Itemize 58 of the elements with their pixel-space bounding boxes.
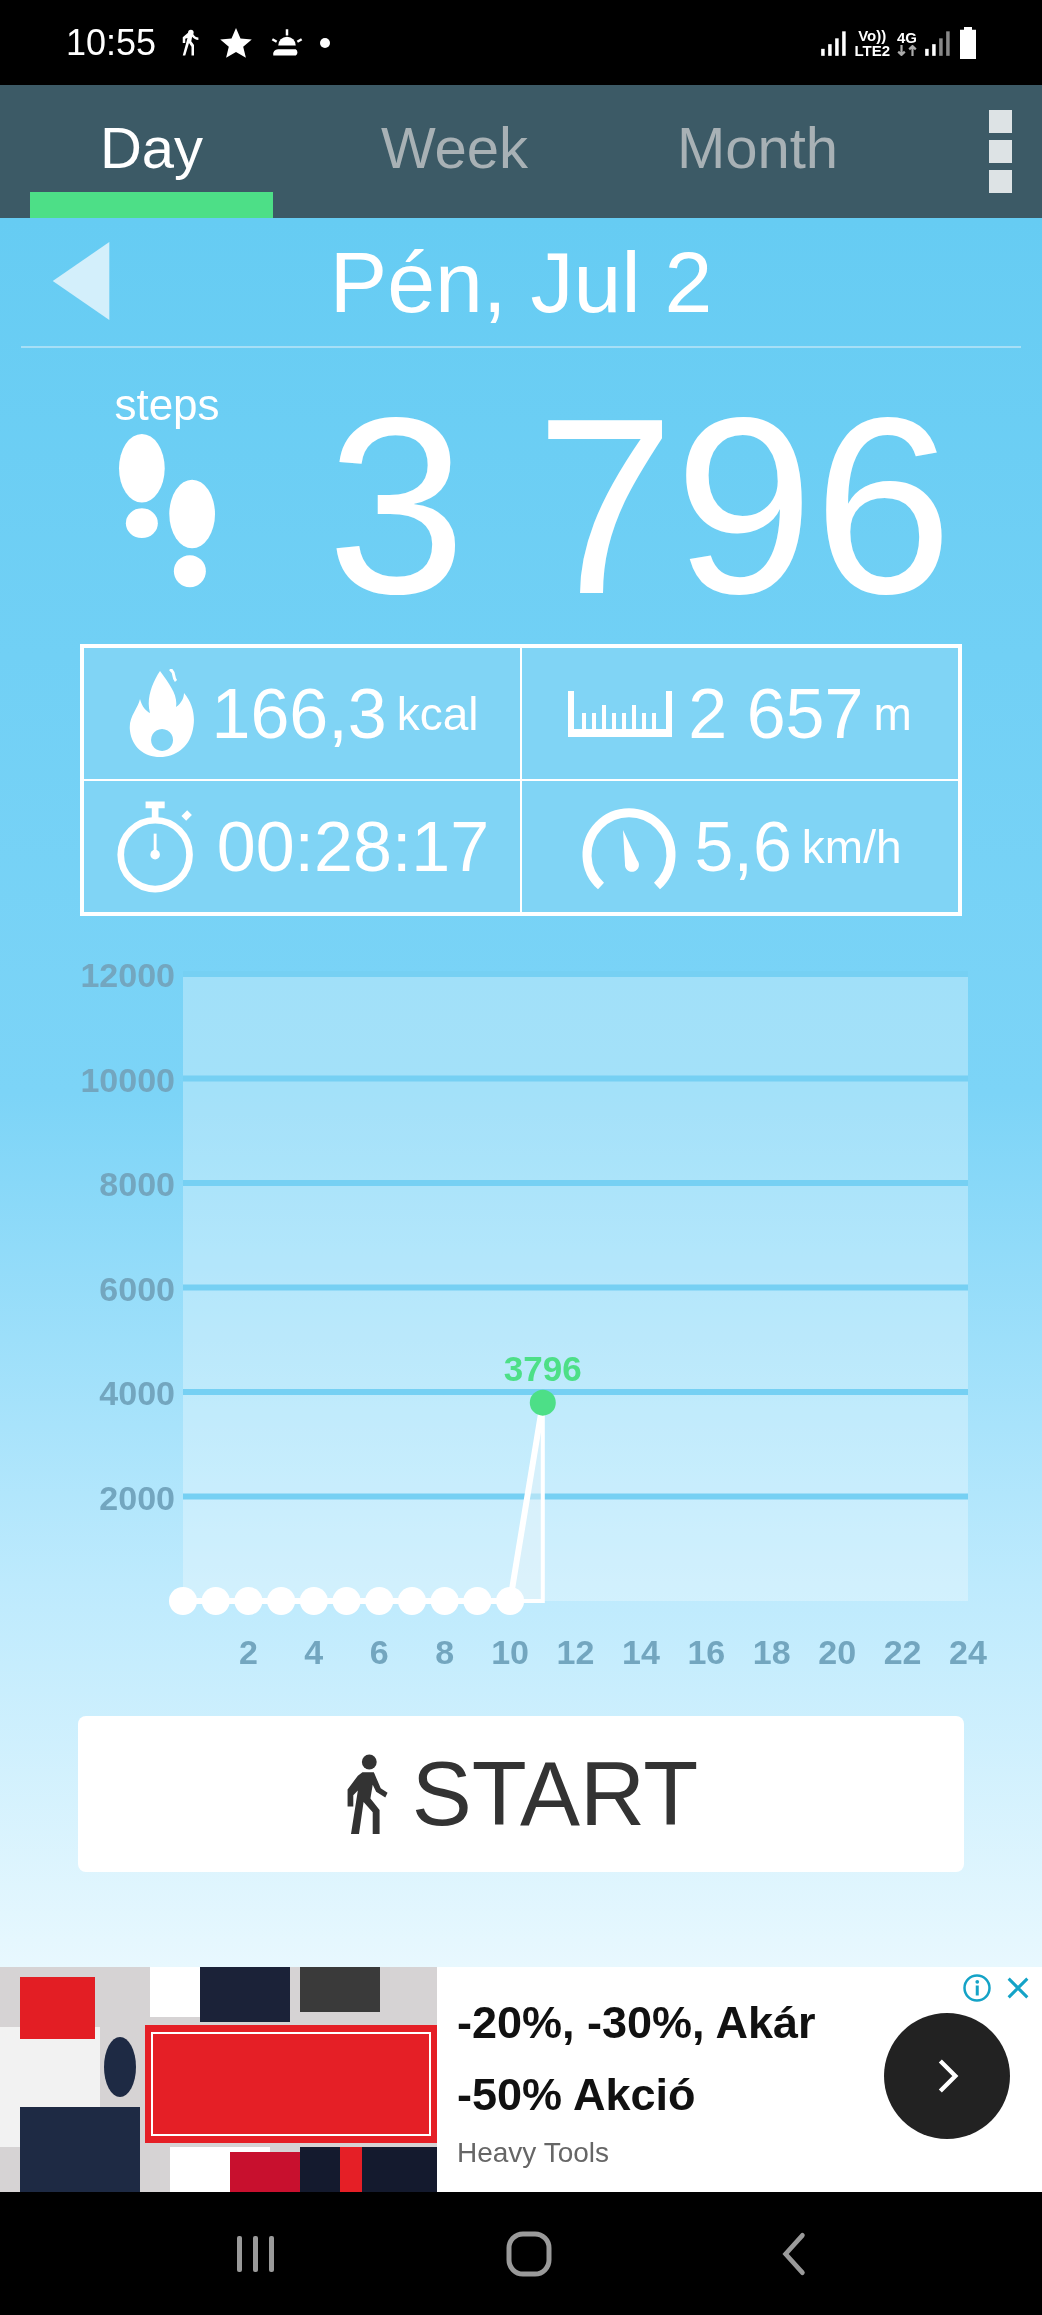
- data-point: [299, 1587, 328, 1615]
- start-button[interactable]: START: [78, 1716, 964, 1872]
- info-icon[interactable]: [962, 1973, 992, 2003]
- point-value-label: 3796: [503, 1348, 582, 1388]
- x-axis-label: 4: [304, 1633, 324, 1671]
- step-count: 3 796: [327, 382, 953, 632]
- stat-unit: km/h: [801, 819, 902, 874]
- x-axis-label: 12: [556, 1633, 595, 1671]
- y-axis-label: 2000: [99, 1478, 175, 1517]
- x-axis-label: 6: [369, 1633, 389, 1671]
- data-point: [365, 1587, 394, 1615]
- stat-value: 2 657: [688, 673, 864, 754]
- date-title: Pén, Jul 2: [329, 232, 713, 332]
- lte-label: LTE2: [854, 42, 890, 58]
- x-axis-label: 22: [883, 1633, 922, 1671]
- clock: 10:55: [66, 21, 157, 64]
- network-type-label: 4G: [897, 29, 917, 45]
- x-axis-label: 18: [752, 1633, 791, 1671]
- y-axis-label: 6000: [99, 1269, 175, 1308]
- data-point: [267, 1587, 296, 1615]
- data-point: [397, 1587, 426, 1615]
- battery-icon: [958, 26, 978, 59]
- x-axis-label: 2: [238, 1633, 258, 1671]
- x-axis-label: 16: [687, 1633, 726, 1671]
- x-axis-label: 24: [949, 1633, 987, 1671]
- y-axis-label: 10000: [80, 1060, 175, 1099]
- back-icon[interactable]: [780, 2231, 808, 2276]
- highlight-point: [529, 1389, 556, 1416]
- y-axis-label: 8000: [99, 1165, 175, 1203]
- data-point: [463, 1587, 492, 1615]
- signal-icon: [924, 28, 952, 57]
- x-axis-label: 8: [435, 1633, 455, 1671]
- data-point: [430, 1587, 459, 1615]
- data-point: [332, 1587, 361, 1615]
- advertiser-name: Heavy Tools: [457, 2137, 610, 2169]
- stat-unit: m: [873, 686, 912, 741]
- data-point: [169, 1587, 197, 1615]
- x-axis-label: 10: [491, 1633, 529, 1671]
- notification-dot-icon: [320, 37, 331, 48]
- ruler-icon: [568, 690, 673, 737]
- volte-label: Vo)): [858, 27, 887, 43]
- data-arrows-icon: [896, 44, 918, 56]
- home-icon[interactable]: [506, 2230, 552, 2277]
- ad-headline: -20%, -30%, Akár: [457, 1996, 816, 2050]
- data-point: [201, 1587, 230, 1615]
- stat-value: 5,6: [694, 806, 792, 887]
- y-axis-label: 4000: [99, 1374, 175, 1412]
- stat-value: 166,3: [211, 673, 387, 754]
- steps-label: steps: [114, 380, 220, 430]
- x-axis-label: 20: [818, 1633, 857, 1671]
- signal-icon: [820, 28, 849, 57]
- y-axis-label: 12000: [80, 956, 175, 994]
- data-point: [496, 1587, 525, 1615]
- stat-value: 00:28:17: [216, 806, 490, 887]
- x-axis-label: 14: [622, 1633, 660, 1671]
- data-point: [234, 1587, 263, 1615]
- stat-unit: kcal: [396, 686, 479, 741]
- ad-headline: -50% Akció: [457, 2068, 697, 2122]
